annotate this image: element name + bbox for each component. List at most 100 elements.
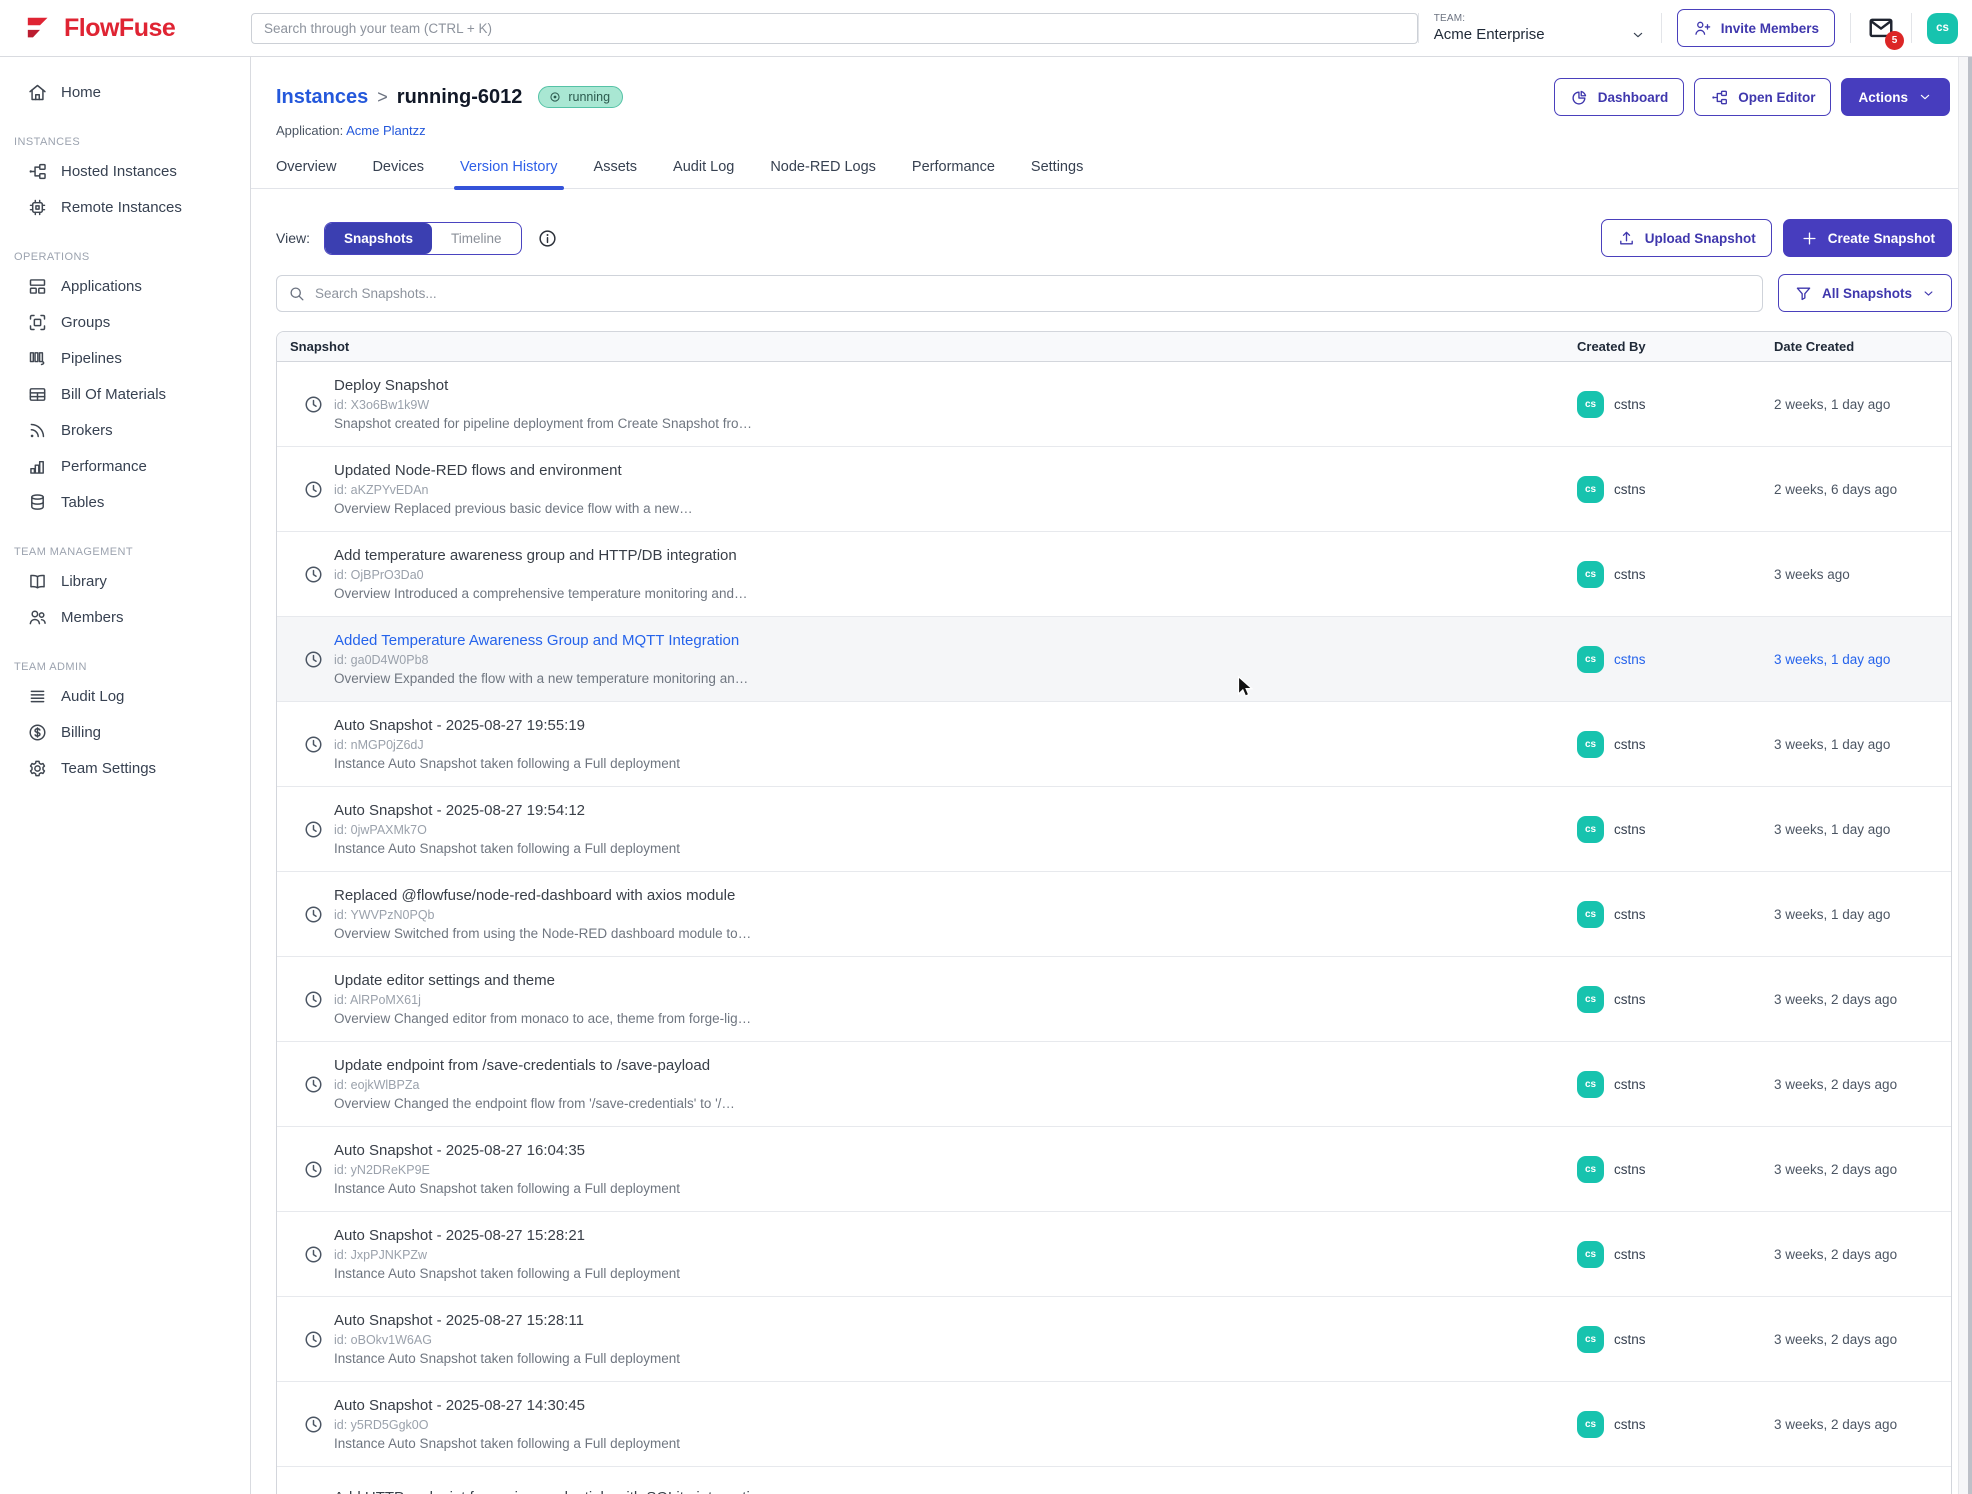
snapshot-title: Updated Node-RED flows and environment — [334, 462, 693, 481]
snapshot-id: id: YWVPzN0PQb — [334, 908, 751, 922]
create-snapshot-button[interactable]: Create Snapshot — [1783, 219, 1952, 257]
user-avatar[interactable]: cs — [1927, 13, 1958, 44]
creator-name: cstns — [1614, 652, 1646, 667]
notifications-button[interactable]: 5 — [1866, 14, 1896, 42]
tab-assets[interactable]: Assets — [594, 159, 638, 188]
sidebar-item-groups[interactable]: Groups — [0, 304, 250, 340]
sidebar-item-remote-instances[interactable]: Remote Instances — [0, 189, 250, 225]
clock-icon — [303, 394, 324, 415]
status-label: running — [568, 90, 610, 104]
tab-node-red-logs[interactable]: Node-RED Logs — [770, 159, 876, 188]
snapshot-id: id: yN2DReKP9E — [334, 1163, 680, 1177]
snapshot-id: id: JxpPJNKPZw — [334, 1248, 680, 1262]
snapshot-title: Auto Snapshot - 2025-08-27 15:28:21 — [334, 1227, 680, 1246]
sidebar-item-hosted-instances[interactable]: Hosted Instances — [0, 153, 250, 189]
application-line: Application: Acme Plantzz — [276, 123, 1950, 138]
actions-button[interactable]: Actions — [1841, 78, 1950, 116]
flowfuse-logo[interactable]: FlowFuse — [25, 13, 251, 43]
date-created: 3 weeks, 2 days ago — [1765, 1212, 1951, 1296]
table-row[interactable]: Auto Snapshot - 2025-08-27 19:54:12 id: … — [277, 787, 1951, 872]
sidebar-item-library[interactable]: Library — [0, 563, 250, 599]
creator-avatar: cs — [1577, 1156, 1604, 1183]
date-created: 3 weeks, 2 days ago — [1765, 1042, 1951, 1126]
sidebar: Home INSTANCES Hosted Instances Remote I… — [0, 57, 251, 1494]
team-search-input[interactable] — [251, 13, 1418, 44]
sidebar-item-label: Library — [61, 573, 107, 590]
info-icon[interactable] — [537, 228, 558, 249]
open-editor-icon — [1710, 88, 1729, 107]
search-icon — [287, 284, 306, 303]
invite-members-button[interactable]: Invite Members — [1677, 9, 1835, 47]
table-row[interactable]: Auto Snapshot - 2025-08-27 16:04:35 id: … — [277, 1127, 1951, 1212]
column-date-created: Date Created — [1765, 332, 1951, 361]
status-dot-icon — [548, 90, 562, 104]
creator-avatar: cs — [1577, 1071, 1604, 1098]
date-created: 3 weeks, 2 days ago — [1765, 1297, 1951, 1381]
clock-icon — [303, 734, 324, 755]
tab-audit-log[interactable]: Audit Log — [673, 159, 734, 188]
creator-name: cstns — [1614, 1162, 1646, 1177]
vertical-scrollbar[interactable] — [1958, 57, 1972, 1494]
table-row[interactable]: Deploy Snapshot id: X3o6Bw1k9W Snapshot … — [277, 362, 1951, 447]
notification-count-badge: 5 — [1885, 31, 1904, 50]
tab-devices[interactable]: Devices — [372, 159, 424, 188]
snapshot-id: id: y5RD5Ggk0O — [334, 1418, 680, 1432]
library-icon — [27, 571, 48, 592]
tab-version-history[interactable]: Version History — [460, 159, 558, 188]
open-editor-button[interactable]: Open Editor — [1694, 78, 1831, 116]
application-link[interactable]: Acme Plantzz — [346, 123, 425, 138]
chevron-down-icon — [1917, 89, 1933, 105]
table-row[interactable]: Add HTTP endpoint for saving credentials… — [277, 1467, 1951, 1494]
sidebar-item-tables[interactable]: Tables — [0, 484, 250, 520]
sidebar-item-performance[interactable]: Performance — [0, 448, 250, 484]
sidebar-item-brokers[interactable]: Brokers — [0, 412, 250, 448]
sidebar-item-members[interactable]: Members — [0, 599, 250, 635]
table-row[interactable]: Auto Snapshot - 2025-08-27 15:28:21 id: … — [277, 1212, 1951, 1297]
creator-name: cstns — [1614, 992, 1646, 1007]
sidebar-item-home[interactable]: Home — [0, 74, 250, 110]
dashboard-button[interactable]: Dashboard — [1554, 78, 1685, 116]
table-row[interactable]: Auto Snapshot - 2025-08-27 19:55:19 id: … — [277, 702, 1951, 787]
creator-name: cstns — [1614, 1077, 1646, 1092]
clock-icon — [303, 649, 324, 670]
tab-performance[interactable]: Performance — [912, 159, 995, 188]
table-row[interactable]: Add temperature awareness group and HTTP… — [277, 532, 1951, 617]
groups-icon — [27, 312, 48, 333]
toggle-timeline[interactable]: Timeline — [432, 223, 521, 254]
sidebar-item-applications[interactable]: Applications — [0, 268, 250, 304]
table-row[interactable]: Auto Snapshot - 2025-08-27 14:30:45 id: … — [277, 1382, 1951, 1467]
sidebar-item-billing[interactable]: Billing — [0, 714, 250, 750]
table-row[interactable]: Update endpoint from /save-credentials t… — [277, 1042, 1951, 1127]
table-row[interactable]: Auto Snapshot - 2025-08-27 15:28:11 id: … — [277, 1297, 1951, 1382]
sidebar-item-team-settings[interactable]: Team Settings — [0, 750, 250, 786]
divider — [1661, 13, 1662, 43]
table-row[interactable]: Update editor settings and theme id: AlR… — [277, 957, 1951, 1042]
sidebar-item-label: Members — [61, 609, 124, 626]
tab-overview[interactable]: Overview — [276, 159, 336, 188]
sidebar-item-audit-log[interactable]: Audit Log — [0, 678, 250, 714]
creator-name: cstns — [1614, 1332, 1646, 1347]
upload-snapshot-button[interactable]: Upload Snapshot — [1601, 219, 1772, 257]
toggle-snapshots[interactable]: Snapshots — [325, 223, 432, 254]
table-row[interactable]: Updated Node-RED flows and environment i… — [277, 447, 1951, 532]
table-row[interactable]: Replaced @flowfuse/node-red-dashboard wi… — [277, 872, 1951, 957]
sidebar-item-pipelines[interactable]: Pipelines — [0, 340, 250, 376]
home-icon — [27, 82, 48, 103]
snapshot-id: id: oBOkv1W6AG — [334, 1333, 680, 1347]
sidebar-item-label: Remote Instances — [61, 199, 182, 216]
breadcrumb-instances-link[interactable]: Instances — [276, 86, 368, 109]
creator-avatar: cs — [1577, 986, 1604, 1013]
table-row[interactable]: Added Temperature Awareness Group and MQ… — [277, 617, 1951, 702]
snapshot-search-input[interactable] — [276, 275, 1763, 312]
sidebar-section-label: OPERATIONS — [14, 251, 250, 263]
snapshot-title: Auto Snapshot - 2025-08-27 14:30:45 — [334, 1397, 680, 1416]
scrollbar-thumb[interactable] — [1968, 57, 1972, 1494]
snapshot-filter-dropdown[interactable]: All Snapshots — [1778, 274, 1952, 312]
chevron-down-icon — [1921, 286, 1936, 301]
team-selector[interactable]: TEAM: Acme Enterprise — [1434, 13, 1646, 43]
snapshot-title: Deploy Snapshot — [334, 377, 752, 396]
sidebar-item-bill-of-materials[interactable]: Bill Of Materials — [0, 376, 250, 412]
tab-settings[interactable]: Settings — [1031, 159, 1083, 188]
clock-icon — [303, 1244, 324, 1265]
column-snapshot: Snapshot — [277, 332, 1568, 361]
